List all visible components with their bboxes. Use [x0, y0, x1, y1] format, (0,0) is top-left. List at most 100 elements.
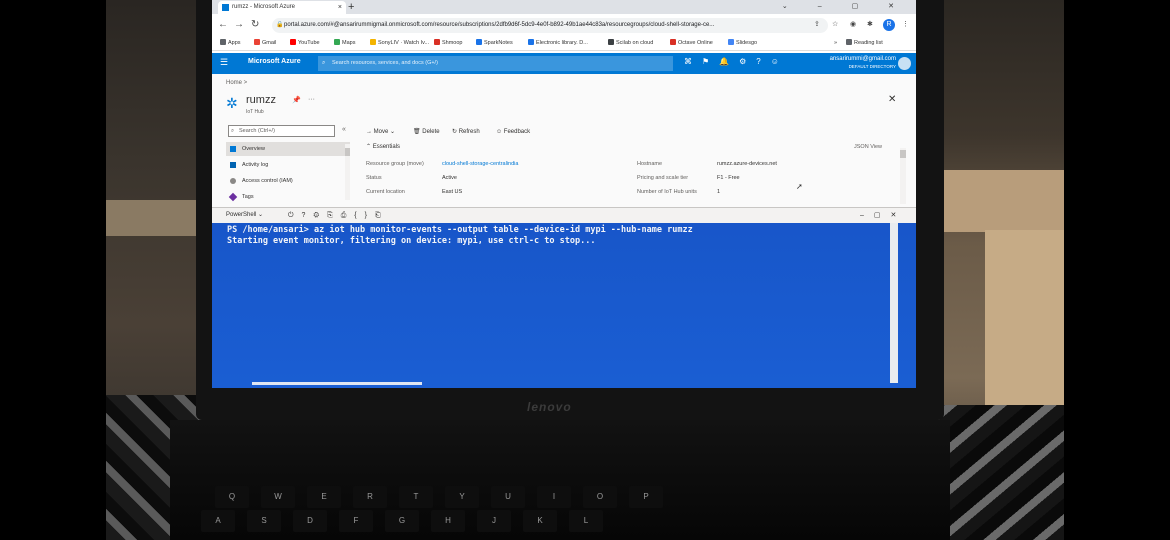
- resource-group-link[interactable]: cloud-shell-storage-centralindia: [442, 161, 518, 167]
- browser-toolbar: ← → ↻ 🔒 portal.azure.com/#@ansarirummigm…: [212, 14, 916, 36]
- keyboard-key: W: [261, 486, 295, 508]
- arrow-right-icon: →: [366, 129, 374, 135]
- essentials-value: Active: [442, 175, 457, 181]
- laptop-brand-logo: lenovo: [527, 400, 572, 414]
- essentials-toggle[interactable]: ⌃ Essentials: [366, 143, 400, 150]
- bookmark-star-icon[interactable]: ☆: [832, 20, 838, 28]
- bookmark-item[interactable]: Electronic library. D...: [528, 36, 588, 51]
- bookmark-item[interactable]: YouTube: [290, 36, 320, 51]
- keyboard-key: T: [399, 486, 433, 508]
- window-controls[interactable]: ⌄ – ▢ ✕: [782, 0, 908, 14]
- shell-environment-select[interactable]: PowerShell ⌄: [226, 208, 263, 223]
- sidebar-item-label: Tags: [242, 194, 254, 200]
- json-view-link[interactable]: JSON View: [854, 144, 882, 150]
- extension-icon[interactable]: ◉: [850, 20, 856, 28]
- cloud-shell-tool-icons[interactable]: ⏻?⚙⎘⎙{}⎗: [288, 208, 389, 223]
- azure-header: ☰ Microsoft Azure ⌕ Search resources, se…: [212, 53, 916, 74]
- sidebar-item-overview[interactable]: Overview: [226, 142, 350, 156]
- refresh-button[interactable]: ↻ Refresh: [452, 126, 480, 138]
- bookmark-favicon-icon: [608, 39, 614, 45]
- bookmark-favicon-icon: [290, 39, 296, 45]
- close-blade-icon[interactable]: ✕: [888, 94, 896, 105]
- keyboard-key: A: [201, 510, 235, 532]
- move-button[interactable]: → Move ⌄: [366, 126, 395, 138]
- bookmark-label: Apps: [228, 40, 241, 46]
- terminal-horizontal-scrollbar[interactable]: [252, 382, 422, 385]
- delete-button[interactable]: 🗑 Delete: [413, 126, 440, 138]
- extensions-puzzle-icon[interactable]: ✱: [867, 20, 873, 28]
- bookmark-label: Slidesgo: [736, 40, 758, 46]
- sidebar-item-label: Access control (IAM): [242, 178, 293, 184]
- overview-icon: [230, 146, 236, 152]
- bookmarks-bar: Reading list » Apps Gmail YouTube Maps SonyL…: [212, 36, 916, 51]
- content-scrollbar[interactable]: [900, 148, 906, 204]
- sidebar-item-tags[interactable]: Tags: [226, 190, 350, 204]
- global-search-placeholder: Search resources, services, and docs (G+…: [332, 60, 438, 66]
- azure-brand[interactable]: Microsoft Azure: [248, 58, 301, 65]
- bookmark-item[interactable]: Slidesgo: [728, 36, 757, 51]
- keyboard-key: F: [339, 510, 373, 532]
- bookmark-favicon-icon: [728, 39, 734, 45]
- bookmark-item[interactable]: SonyLIV · Watch Iv...: [370, 36, 429, 51]
- bookmark-label: SonyLIV · Watch Iv...: [378, 40, 430, 46]
- cloud-shell-window-controls[interactable]: –▢✕: [860, 208, 906, 223]
- browser-tab-strip: rumzz - Microsoft Azure × + ⌄ – ▢ ✕: [212, 0, 916, 14]
- user-avatar[interactable]: [898, 57, 911, 70]
- keyboard-keys: QWERTYUIOP ASDFGHJKL: [195, 452, 935, 540]
- keyboard-key: Y: [445, 486, 479, 508]
- sidebar-item-activity-log[interactable]: Activity log: [226, 158, 350, 172]
- resource-menu-search[interactable]: ⌕ Search (Ctrl+/): [228, 125, 335, 137]
- keyboard-key: O: [583, 486, 617, 508]
- keyboard-key: K: [523, 510, 557, 532]
- trash-icon: 🗑: [413, 129, 423, 135]
- scrollbar-thumb[interactable]: [900, 150, 906, 158]
- back-arrow-icon[interactable]: ←: [218, 18, 228, 32]
- keyboard-key: Q: [215, 486, 249, 508]
- header-icon-bar[interactable]: ⌘⚑🔔⚙?☺: [684, 57, 789, 66]
- bookmark-item[interactable]: Apps: [220, 36, 241, 51]
- bookmark-favicon-icon: [528, 39, 534, 45]
- sidebar-item-label: Activity log: [242, 162, 269, 168]
- bookmarks-overflow-icon[interactable]: »: [834, 36, 837, 51]
- global-search-input[interactable]: ⌕ Search resources, services, and docs (…: [318, 56, 673, 71]
- reload-icon[interactable]: ↻: [251, 18, 259, 32]
- browser-menu-icon[interactable]: ⋮: [902, 20, 909, 28]
- close-tab-icon[interactable]: ×: [338, 1, 342, 14]
- profile-avatar[interactable]: R: [883, 19, 895, 31]
- pin-icon[interactable]: 📌: [292, 96, 301, 104]
- terminal-command-line: PS /home/ansari> az iot hub monitor-even…: [227, 225, 693, 235]
- cloud-shell-terminal[interactable]: PS /home/ansari> az iot hub monitor-even…: [212, 223, 916, 388]
- bookmark-item[interactable]: Gmail: [254, 36, 276, 51]
- bookmark-item[interactable]: Maps: [334, 36, 355, 51]
- bookmark-item[interactable]: Scilab on cloud: [608, 36, 653, 51]
- bookmark-reading-list[interactable]: Reading list: [846, 36, 883, 51]
- bookmark-label: Gmail: [262, 40, 277, 46]
- essentials-label: Current location: [366, 189, 405, 195]
- bookmark-item[interactable]: SparkNotes: [476, 36, 513, 51]
- bookmark-item[interactable]: Octave Online: [670, 36, 713, 51]
- browser-tab[interactable]: rumzz - Microsoft Azure ×: [218, 1, 346, 14]
- bookmark-label: Shmoop: [442, 40, 463, 46]
- terminal-scrollbar[interactable]: [890, 223, 898, 383]
- tag-icon: [228, 192, 238, 202]
- sidebar-item-access-control[interactable]: Access control (IAM): [226, 174, 350, 188]
- breadcrumb[interactable]: Home >: [226, 80, 247, 86]
- essentials-label: Hostname: [637, 161, 663, 167]
- essentials-label: Number of IoT Hub units: [637, 189, 697, 195]
- scrollbar-thumb[interactable]: [345, 148, 350, 156]
- bookmark-favicon-icon: [334, 39, 340, 45]
- feedback-button[interactable]: ☺ Feedback: [496, 126, 530, 138]
- user-email: ansarirummi@gmail.com: [829, 56, 896, 62]
- bookmark-item[interactable]: Shmoop: [434, 36, 463, 51]
- mouse-cursor-icon: ➚: [796, 182, 803, 191]
- portal-menu-icon[interactable]: ☰: [220, 57, 228, 68]
- collapse-menu-icon[interactable]: «: [342, 126, 346, 133]
- address-bar[interactable]: 🔒 portal.azure.com/#@ansarirummigmail.on…: [272, 18, 828, 33]
- new-tab-button[interactable]: +: [348, 0, 354, 14]
- more-options-icon[interactable]: ···: [308, 96, 315, 103]
- feedback-icon: ☺: [496, 129, 504, 135]
- account-menu[interactable]: ansarirummi@gmail.com DEFAULT DIRECTORY: [812, 56, 896, 70]
- resource-menu-scrollbar[interactable]: [345, 144, 350, 200]
- share-icon[interactable]: ⇪: [814, 20, 820, 28]
- forward-arrow-icon[interactable]: →: [234, 18, 244, 32]
